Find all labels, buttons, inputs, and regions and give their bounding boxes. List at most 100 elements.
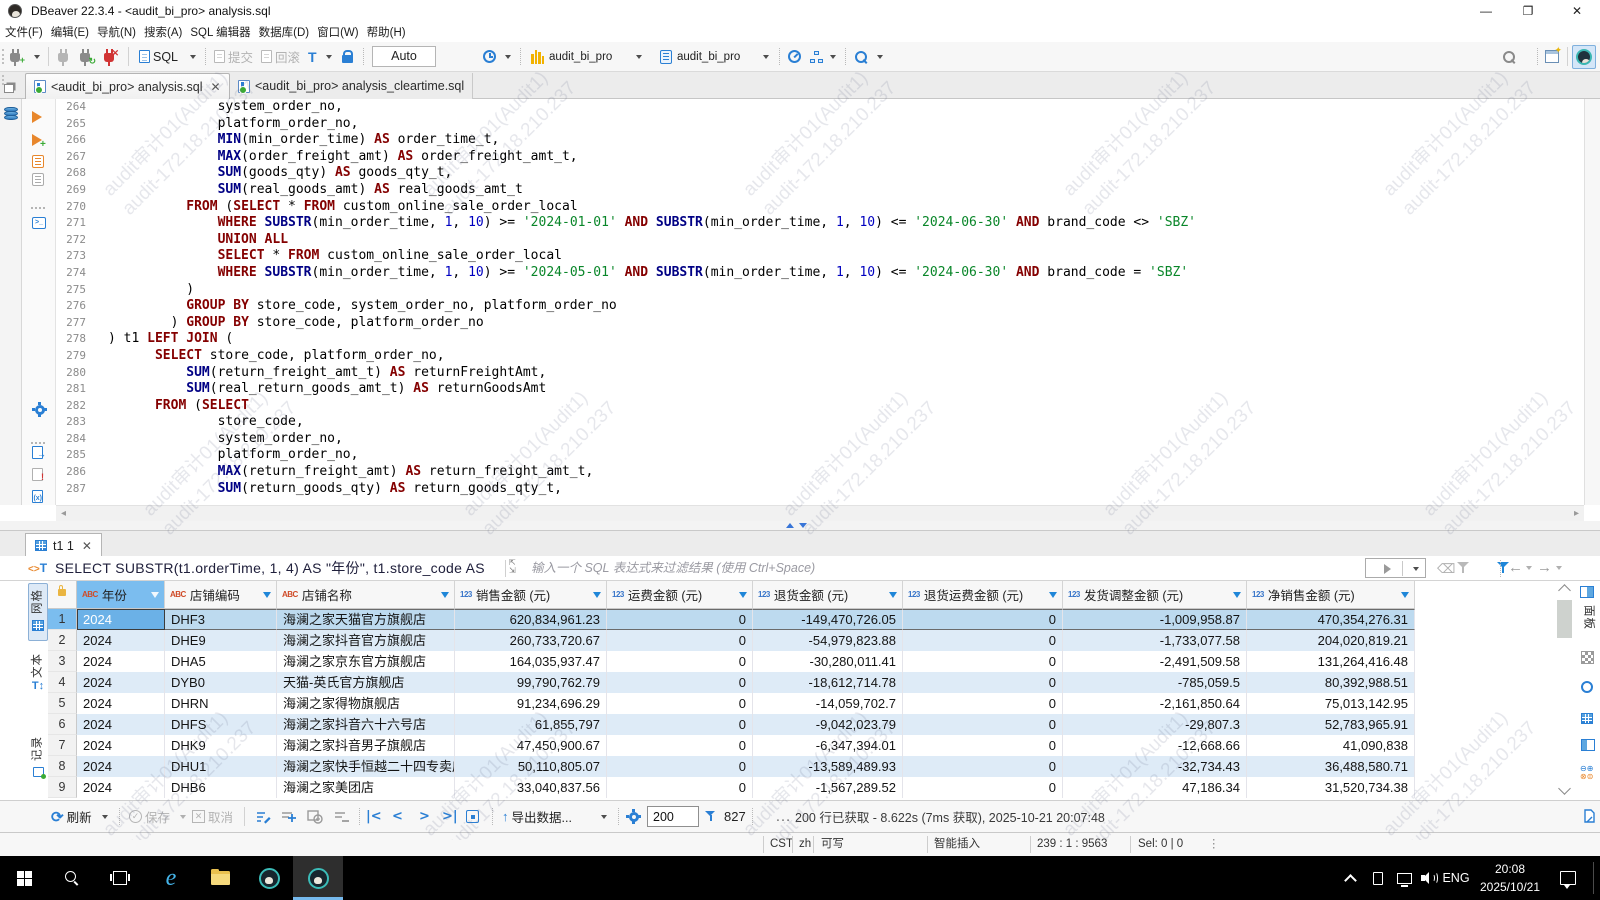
grid-cell[interactable]: -149,470,726.05 bbox=[753, 609, 903, 630]
task-view-icon[interactable] bbox=[96, 856, 144, 900]
grid-cell[interactable]: 0 bbox=[607, 693, 753, 714]
grid-cell[interactable]: 0 bbox=[607, 651, 753, 672]
forward-icon[interactable]: → bbox=[1537, 560, 1552, 575]
row-header-4[interactable]: 4 bbox=[48, 672, 77, 693]
grid-cell[interactable]: 0 bbox=[607, 714, 753, 735]
export-result-icon[interactable]: → bbox=[32, 446, 43, 464]
close-button[interactable]: ✕ bbox=[1562, 0, 1592, 22]
connect-button[interactable]: + bbox=[10, 42, 20, 71]
grid-cell[interactable]: 131,264,416.48 bbox=[1247, 651, 1415, 672]
grid-cell[interactable]: 2024 bbox=[77, 777, 165, 798]
sql-editor-dropdown[interactable] bbox=[190, 42, 196, 71]
grid-cell[interactable]: -54,979,823.88 bbox=[753, 630, 903, 651]
grid-cell[interactable]: 470,354,276.31 bbox=[1247, 609, 1415, 630]
grid-cell[interactable]: 海澜之家美团店 bbox=[277, 777, 455, 798]
grid-cell[interactable]: DHA5 bbox=[165, 651, 277, 672]
grid-cell[interactable]: 2024 bbox=[77, 756, 165, 777]
editor-tab-analysis[interactable]: <audit_bi_pro> analysis.sql ✕ bbox=[25, 73, 230, 99]
grid-cell[interactable]: 海澜之家天猫官方旗舰店 bbox=[277, 609, 455, 630]
back-icon[interactable]: ← bbox=[1508, 560, 1523, 575]
column-header-9[interactable]: 123净销售金额 (元) bbox=[1247, 581, 1415, 609]
apply-filter-combo[interactable] bbox=[1365, 558, 1426, 578]
execute-script-disabled-icon[interactable] bbox=[32, 173, 44, 191]
scroll-down-arrow[interactable] bbox=[1558, 782, 1571, 795]
sort-dropdown-icon[interactable] bbox=[263, 592, 271, 598]
copy-row-icon[interactable] bbox=[307, 801, 323, 832]
rollback-button[interactable]: 回滚 bbox=[261, 42, 303, 71]
export-dropdown[interactable] bbox=[601, 801, 607, 832]
database-navigator-icon[interactable] bbox=[4, 107, 18, 121]
grid-cell[interactable]: -1,009,958.87 bbox=[1063, 609, 1247, 630]
grid-view-button[interactable]: 网格 bbox=[28, 583, 48, 641]
grid-cell[interactable]: 海澜之家抖音官方旗舰店 bbox=[277, 630, 455, 651]
calc-panel-icon[interactable]: ⊖⊕⊗⊜ bbox=[1580, 765, 1593, 781]
sql-editor-button[interactable]: SQL bbox=[139, 42, 181, 71]
grid-cell[interactable]: -2,491,509.58 bbox=[1063, 651, 1247, 672]
grid-cell[interactable]: 0 bbox=[607, 756, 753, 777]
grid-cell[interactable]: -18,612,714.78 bbox=[753, 672, 903, 693]
row-header-2[interactable]: 2 bbox=[48, 630, 77, 651]
column-header-2[interactable]: ABC店铺编码 bbox=[165, 581, 277, 609]
save-button[interactable]: ✓保存 bbox=[129, 801, 173, 832]
grid-cell[interactable]: 47,186.34 bbox=[1063, 777, 1247, 798]
row-header-1[interactable]: 1 bbox=[48, 609, 77, 630]
text-view-button[interactable]: 文本 T↕ bbox=[28, 651, 48, 701]
grid-cell[interactable]: 50,110,805.07 bbox=[455, 756, 607, 777]
lock-icon[interactable] bbox=[342, 42, 353, 71]
restore-pane-icon[interactable] bbox=[4, 84, 14, 93]
results-tab[interactable]: t1 1 ✕ bbox=[25, 533, 102, 557]
file-explorer-icon[interactable] bbox=[196, 856, 244, 900]
commit-button[interactable]: 提交 bbox=[214, 42, 256, 71]
schema-dropdown[interactable] bbox=[763, 42, 769, 71]
grid-cell[interactable]: 41,090,838 bbox=[1247, 735, 1415, 756]
editor-vertical-scrollbar[interactable] bbox=[1566, 99, 1583, 505]
expand-filter-icon[interactable]: ⇱⇲ bbox=[509, 559, 523, 575]
previous-row-icon[interactable]: < bbox=[392, 801, 403, 832]
grid-cell[interactable]: 2024 bbox=[77, 735, 165, 756]
row-header-corner[interactable] bbox=[48, 581, 77, 609]
grid-cell[interactable]: -1,567,289.52 bbox=[753, 777, 903, 798]
grid-cell[interactable]: 0 bbox=[903, 735, 1063, 756]
grid-cell[interactable]: 0 bbox=[607, 735, 753, 756]
editor-tab-analysis-cleartime[interactable]: <audit_bi_pro> analysis_cleartime.sql bbox=[230, 73, 473, 99]
grid-cell[interactable]: -29,807.3 bbox=[1063, 714, 1247, 735]
grid-cell[interactable]: DHE9 bbox=[165, 630, 277, 651]
dbeaver-logo-button[interactable] bbox=[1572, 45, 1596, 69]
grid-cell[interactable]: DHB6 bbox=[165, 777, 277, 798]
row-header-6[interactable]: 6 bbox=[48, 714, 77, 735]
sort-dropdown-icon[interactable] bbox=[1233, 592, 1241, 598]
grid-cell[interactable]: 75,013,142.95 bbox=[1247, 693, 1415, 714]
grid-cell[interactable]: 0 bbox=[607, 777, 753, 798]
search-icon[interactable] bbox=[1502, 42, 1516, 71]
editor-horizontal-scrollbar[interactable]: ◂▸ bbox=[56, 505, 1584, 521]
sort-dropdown-icon[interactable] bbox=[441, 592, 449, 598]
grid-cell[interactable]: -12,668.66 bbox=[1063, 735, 1247, 756]
references-panel-icon[interactable] bbox=[1581, 739, 1595, 751]
transaction-dropdown[interactable] bbox=[326, 42, 332, 71]
grid-cell[interactable]: DHF3 bbox=[165, 609, 277, 630]
database-dropdown[interactable] bbox=[636, 42, 642, 71]
grid-cell[interactable]: 0 bbox=[903, 630, 1063, 651]
record-view-button[interactable]: 记录 bbox=[28, 734, 48, 784]
toolbar-search-icon[interactable] bbox=[854, 42, 868, 71]
column-header-4[interactable]: 123销售金额 (元) bbox=[455, 581, 607, 609]
usb-tray-icon[interactable] bbox=[1365, 856, 1391, 900]
scrollbar-thumb[interactable] bbox=[1557, 600, 1572, 638]
grid-cell[interactable]: 36,488,580.71 bbox=[1247, 756, 1415, 777]
menu-item[interactable]: 文件(F) bbox=[5, 24, 43, 40]
dbeaver-taskbar-icon[interactable] bbox=[245, 856, 293, 900]
column-header-8[interactable]: 123发货调整金额 (元) bbox=[1063, 581, 1247, 609]
save-filter-icon[interactable] bbox=[1457, 561, 1470, 574]
grid-cell[interactable]: 海澜之家京东官方旗舰店 bbox=[277, 651, 455, 672]
network-tray-icon[interactable] bbox=[1390, 856, 1418, 900]
column-header-6[interactable]: 123退货金额 (元) bbox=[753, 581, 903, 609]
transaction-mode-icon[interactable]: T bbox=[308, 42, 317, 71]
grid-cell[interactable]: 0 bbox=[903, 693, 1063, 714]
grid-settings-gear-icon[interactable] bbox=[626, 801, 641, 832]
notification-icon[interactable] bbox=[1550, 856, 1586, 900]
grid-cell[interactable]: -785,059.5 bbox=[1063, 672, 1247, 693]
editor-settings-gear-icon[interactable] bbox=[32, 402, 47, 422]
perspective-icon[interactable] bbox=[1545, 42, 1559, 71]
grid-cell[interactable]: 31,520,734.38 bbox=[1247, 777, 1415, 798]
back-dropdown[interactable] bbox=[1526, 566, 1532, 570]
